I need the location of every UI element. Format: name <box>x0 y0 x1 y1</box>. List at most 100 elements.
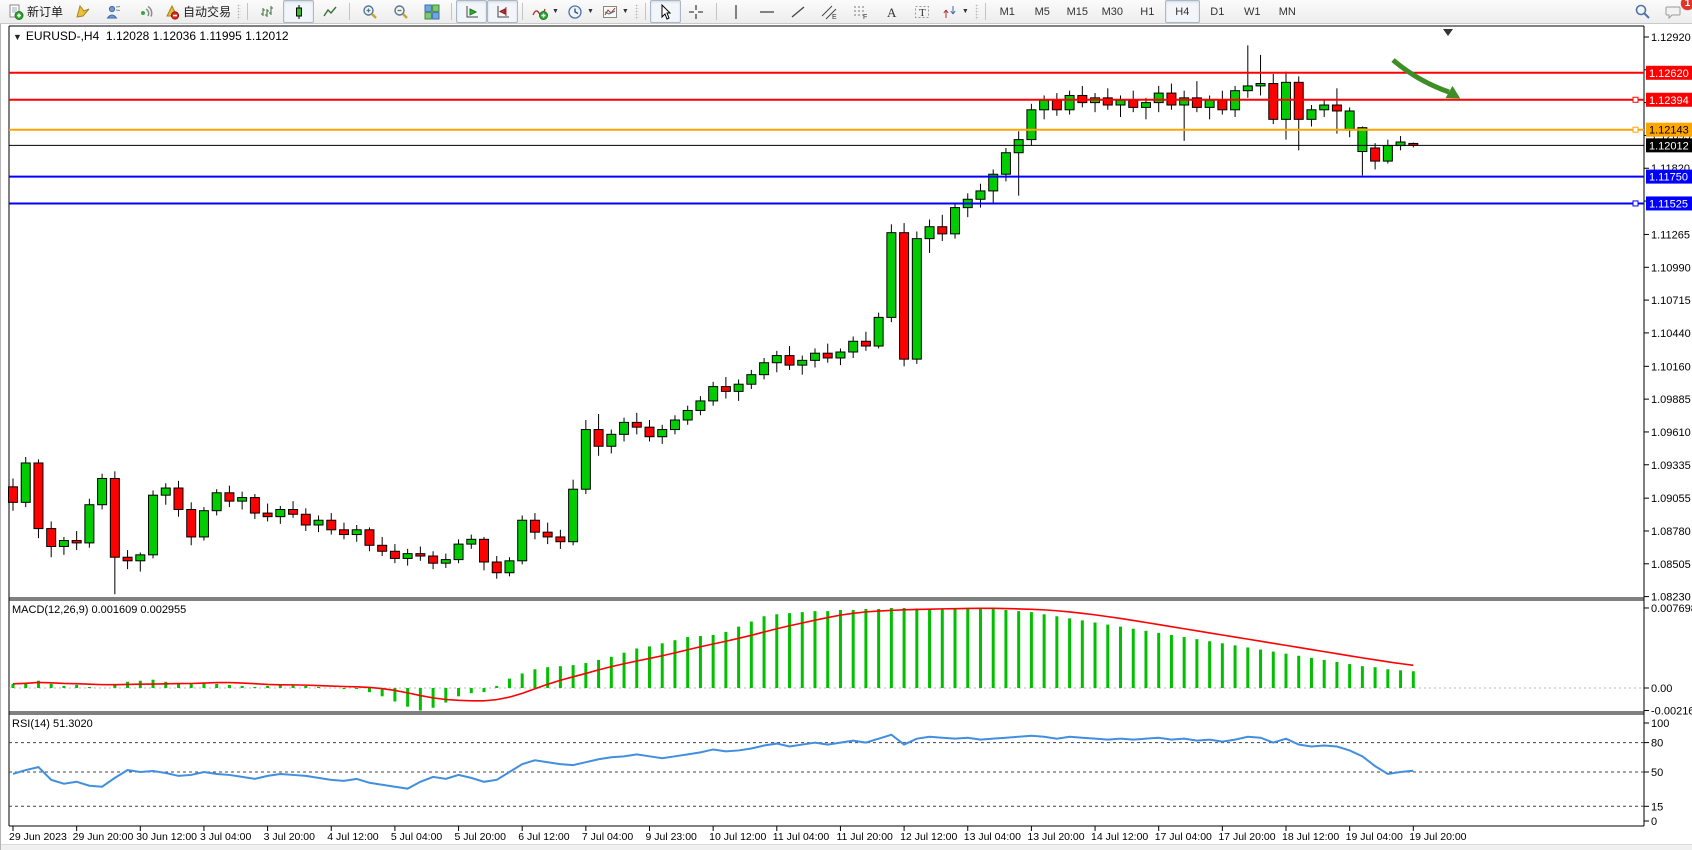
autotrading-button-label: 自动交易 <box>183 3 231 20</box>
svg-text:15: 15 <box>1651 801 1663 813</box>
fibonacci-button[interactable]: F <box>845 0 876 23</box>
arrows-icon <box>942 4 958 20</box>
text-button[interactable]: A <box>876 0 907 23</box>
svg-text:19 Jul 20:00: 19 Jul 20:00 <box>1409 831 1466 843</box>
trendline-button[interactable] <box>783 0 814 23</box>
svg-text:29 Jun 20:00: 29 Jun 20:00 <box>73 831 134 843</box>
dropdown-caret-icon[interactable]: ▼ <box>552 8 559 15</box>
chart-title-text: EURUSD-,H4 1.12028 1.12036 1.11995 1.120… <box>26 29 289 43</box>
indicators-button[interactable]: ▼ <box>527 0 563 23</box>
toolbar-drag-handle[interactable] <box>237 4 241 20</box>
svg-text:0.00: 0.00 <box>1651 683 1672 695</box>
svg-text:1.12394: 1.12394 <box>1649 95 1689 107</box>
svg-text:17 Jul 04:00: 17 Jul 04:00 <box>1155 831 1212 843</box>
toolbar-separator <box>247 3 248 20</box>
timeframe-button-mn[interactable]: MN <box>1270 0 1305 23</box>
toolbar-drag-handle[interactable] <box>635 4 639 20</box>
notifications-button[interactable]: 1 <box>1658 0 1689 23</box>
arrow-annotation[interactable] <box>1393 60 1460 98</box>
svg-text:29 Jun 2023: 29 Jun 2023 <box>9 831 67 843</box>
hline-1.12143[interactable]: 1.12143 <box>9 123 1692 137</box>
candle-icon <box>291 4 307 20</box>
channel-button[interactable]: E <box>814 0 845 23</box>
toolbar-drag-handle[interactable] <box>975 4 979 20</box>
svg-text:1.12012: 1.12012 <box>1649 140 1689 152</box>
hline-button[interactable] <box>752 0 783 23</box>
templates-button[interactable]: ▼ <box>598 0 633 23</box>
timeframe-button-m1[interactable]: M1 <box>990 0 1025 23</box>
hline-1.11525[interactable]: 1.11525 <box>9 196 1692 210</box>
line-chart-button[interactable] <box>314 0 345 23</box>
chart-shift-button[interactable] <box>487 0 518 23</box>
hline-1.12620[interactable]: 1.12620 <box>9 66 1692 80</box>
zoom-out-button[interactable] <box>385 0 416 23</box>
signals-button[interactable] <box>129 0 160 23</box>
svg-text:50: 50 <box>1651 767 1663 779</box>
svg-text:1.10160: 1.10160 <box>1651 361 1691 373</box>
svg-text:1.10990: 1.10990 <box>1651 262 1691 274</box>
timeframe-button-m5[interactable]: M5 <box>1025 0 1060 23</box>
svg-text:80: 80 <box>1651 738 1663 750</box>
search-button[interactable] <box>1627 0 1658 23</box>
arrows-button[interactable]: ▼ <box>938 0 973 23</box>
template-icon <box>602 4 618 20</box>
dropdown-caret-icon[interactable]: ▼ <box>622 8 629 15</box>
tile-windows-button[interactable] <box>416 0 447 23</box>
styler-button[interactable] <box>67 0 98 23</box>
dropdown-caret-icon[interactable]: ▼ <box>962 8 969 15</box>
auto-scroll-button[interactable] <box>456 0 487 23</box>
svg-text:12 Jul 12:00: 12 Jul 12:00 <box>900 831 957 843</box>
svg-text:1.08230: 1.08230 <box>1651 592 1691 604</box>
svg-text:1.09335: 1.09335 <box>1651 460 1691 472</box>
timeframe-button-h1[interactable]: H1 <box>1130 0 1165 23</box>
hline-1.12394[interactable]: 1.12394 <box>9 93 1692 107</box>
cursor-icon <box>657 4 673 20</box>
chart-shift-marker[interactable] <box>1443 29 1453 36</box>
main-toolbar: 新订单 自动交易 ▼ ▼ ▼ EFAT ▼ M1M5M15M30H1H4D1W1MN 1 <box>0 0 1692 24</box>
svg-text:1.09610: 1.09610 <box>1651 427 1691 439</box>
svg-text:7 Jul 04:00: 7 Jul 04:00 <box>582 831 634 843</box>
gold-pointer-icon <box>75 4 91 20</box>
svg-text:10 Jul 12:00: 10 Jul 12:00 <box>709 831 766 843</box>
crosshair-button[interactable] <box>681 0 712 23</box>
timeframe-button-h4[interactable]: H4 <box>1165 0 1200 23</box>
cursor-button[interactable] <box>650 0 681 23</box>
chart-window[interactable]: ▼ EURUSD-,H4 1.12028 1.12036 1.11995 1.12… <box>0 24 1692 850</box>
date-axis: 29 Jun 202329 Jun 20:0030 Jun 12:003 Jul… <box>9 826 1467 843</box>
bar-chart-button[interactable] <box>252 0 283 23</box>
zoom-in-button[interactable] <box>354 0 385 23</box>
svg-text:1.09055: 1.09055 <box>1651 493 1691 505</box>
svg-text:1.08780: 1.08780 <box>1651 526 1691 538</box>
vline-button[interactable] <box>721 0 752 23</box>
trendline-icon <box>790 4 806 20</box>
svg-text:1.11750: 1.11750 <box>1649 172 1688 184</box>
hline-1.11750[interactable]: 1.11750 <box>9 170 1692 184</box>
svg-text:3 Jul 20:00: 3 Jul 20:00 <box>264 831 316 843</box>
chartshift-icon <box>495 4 511 20</box>
svg-text:1.12620: 1.12620 <box>1649 68 1689 80</box>
chart-collapse-icon[interactable]: ▼ <box>13 32 22 42</box>
svg-text:1.11265: 1.11265 <box>1651 229 1690 241</box>
svg-text:T: T <box>919 7 926 19</box>
new-order-button[interactable]: 新订单 <box>3 0 67 23</box>
rsi-pane <box>9 743 1644 807</box>
toolbar-separator <box>716 3 717 20</box>
profile-button[interactable] <box>98 0 129 23</box>
timeframe-button-w1[interactable]: W1 <box>1235 0 1270 23</box>
timeframe-button-d1[interactable]: D1 <box>1200 0 1235 23</box>
timeframe-button-m15[interactable]: M15 <box>1060 0 1095 23</box>
candlestick-button[interactable] <box>283 0 314 23</box>
label-button[interactable]: T <box>907 0 938 23</box>
hline-icon <box>759 4 775 20</box>
periods-button[interactable]: ▼ <box>563 0 598 23</box>
svg-text:1.10440: 1.10440 <box>1651 328 1691 340</box>
chart-canvas[interactable]: 1.129201.126451.123701.120951.118201.115… <box>1 24 1692 850</box>
svg-text:13 Jul 04:00: 13 Jul 04:00 <box>964 831 1021 843</box>
toolbar-separator <box>645 3 646 20</box>
dropdown-caret-icon[interactable]: ▼ <box>587 8 594 15</box>
autoscroll-icon <box>464 4 480 20</box>
toolbar-separator <box>349 3 350 20</box>
svg-text:17 Jul 20:00: 17 Jul 20:00 <box>1218 831 1275 843</box>
timeframe-button-m30[interactable]: M30 <box>1095 0 1130 23</box>
autotrading-button[interactable]: 自动交易 <box>160 0 235 23</box>
